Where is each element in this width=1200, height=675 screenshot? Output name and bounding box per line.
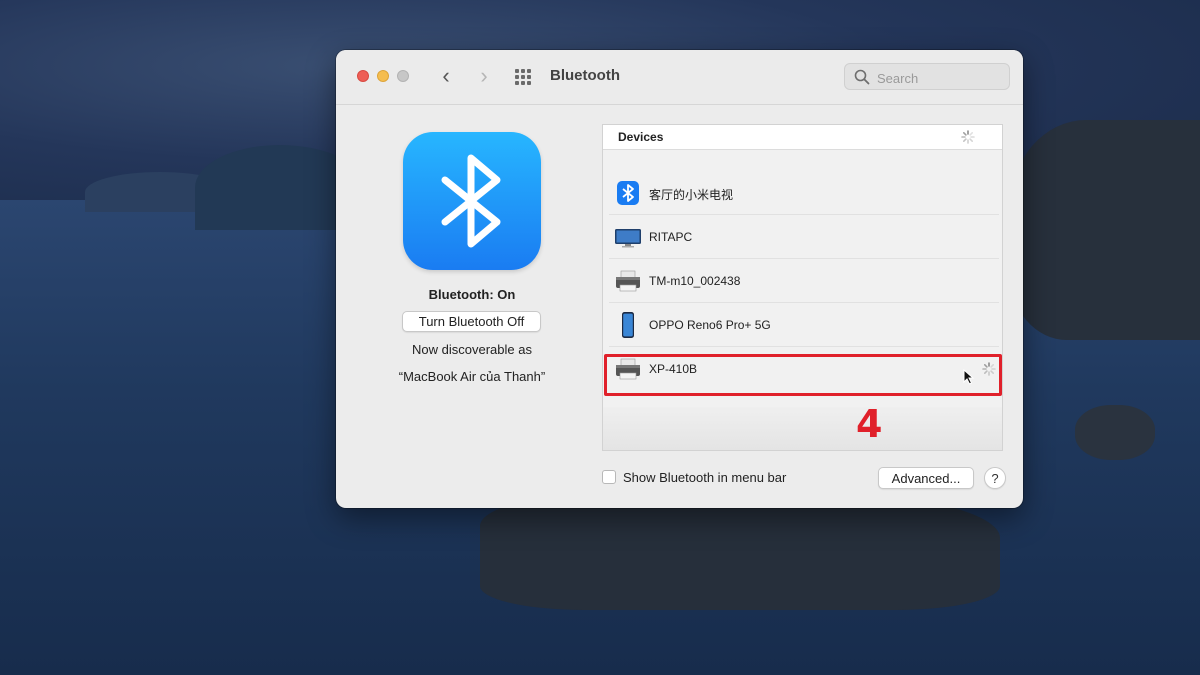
show-all-grid-icon[interactable] [515, 69, 535, 85]
device-row[interactable]: OPPO Reno6 Pro+ 5G [609, 303, 999, 347]
search-field[interactable] [844, 63, 1010, 90]
close-window-button[interactable] [357, 70, 369, 82]
show-in-menu-bar-label[interactable]: Show Bluetooth in menu bar [623, 470, 786, 485]
search-input[interactable] [875, 68, 1004, 88]
desktop-cliff [1010, 120, 1200, 340]
bluetooth-preferences-window: ‹ › Bluetooth Bluetooth: On Turn Bluetoo… [336, 50, 1023, 508]
bluetooth-logo-icon [403, 132, 541, 270]
device-name: TM-m10_002438 [649, 274, 741, 288]
device-name: OPPO Reno6 Pro+ 5G [649, 318, 771, 332]
device-row[interactable]: RITAPC [609, 215, 999, 259]
forward-chevron-icon[interactable]: › [473, 65, 495, 87]
desktop-rock [1075, 405, 1155, 460]
back-chevron-icon[interactable]: ‹ [435, 65, 457, 87]
device-name: 客厅的小米电视 [649, 188, 734, 202]
desktop-monitor-icon [615, 229, 641, 248]
device-row[interactable]: TM-m10_002438 [609, 259, 999, 303]
devices-list[interactable]: Devices 客厅的小米电视 RITAPC TM-m10_002438 OPP… [602, 124, 1003, 451]
annotation-step-number: 4 [856, 402, 883, 446]
devices-header: Devices [603, 125, 1002, 150]
device-row[interactable]: 客厅的小米电视 [609, 171, 999, 215]
device-name-label: “MacBook Air của Thanh” [398, 369, 546, 384]
bluetooth-status: Bluetooth: On [428, 287, 516, 302]
advanced-button[interactable]: Advanced... [878, 467, 974, 489]
devices-list-footer [603, 407, 1002, 450]
help-button[interactable]: ? [984, 467, 1006, 489]
device-name: RITAPC [649, 230, 693, 244]
mouse-cursor-icon [963, 369, 975, 385]
search-icon [854, 69, 870, 85]
minimize-window-button[interactable] [377, 70, 389, 82]
printer-icon [616, 270, 640, 292]
scanning-spinner-icon [961, 130, 975, 144]
devices-header-label: Devices [618, 130, 664, 144]
title-bar: ‹ › Bluetooth [336, 50, 1023, 105]
zoom-window-button[interactable] [397, 70, 409, 82]
discoverable-label: Now discoverable as [412, 342, 532, 357]
turn-bluetooth-off-button[interactable]: Turn Bluetooth Off [402, 311, 541, 332]
phone-icon [622, 312, 634, 338]
window-title: Bluetooth [550, 67, 620, 84]
annotation-highlight-box [604, 354, 1002, 396]
desktop-rock [480, 490, 1000, 610]
bluetooth-device-icon [617, 181, 639, 205]
show-in-menu-bar-checkbox[interactable] [602, 470, 616, 484]
